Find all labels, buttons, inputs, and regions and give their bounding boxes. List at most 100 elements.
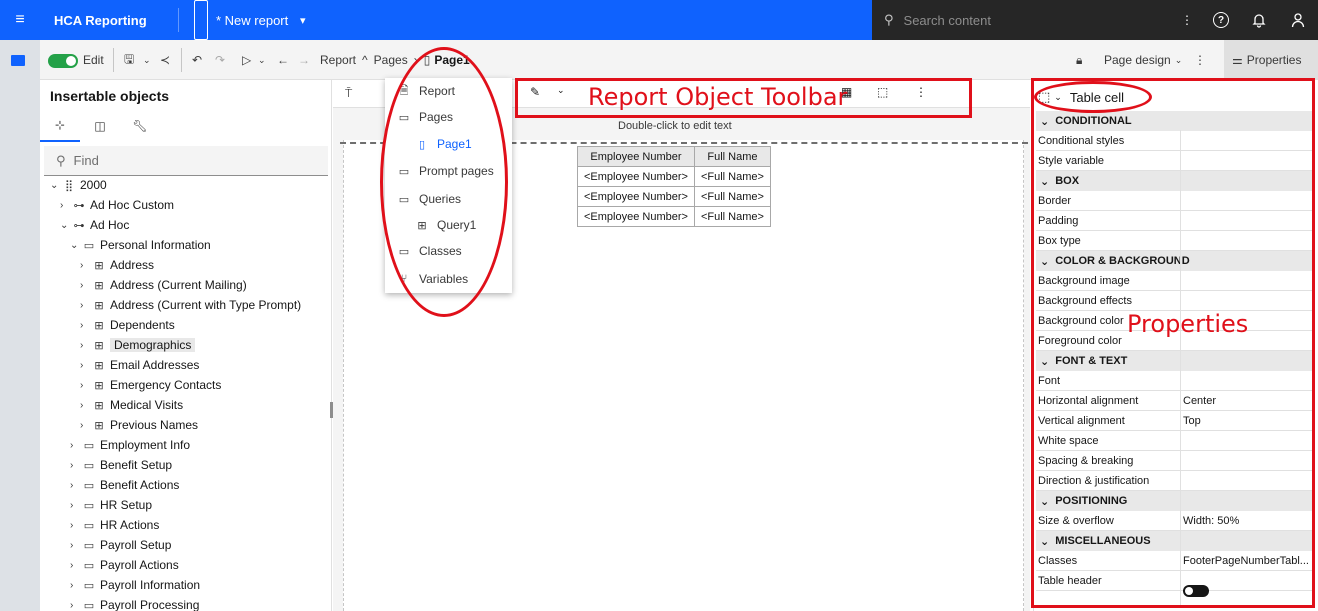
forward-arrow-icon[interactable]: → [298,40,310,80]
lock-icon[interactable]: 🔒︎ [1076,40,1082,80]
report-list-table[interactable]: Employee Number Full Name <Employee Numb… [577,146,771,227]
tree-item[interactable]: › ⊞ Medical Visits [80,395,183,415]
chevron-right-icon[interactable]: › [70,560,82,571]
folder-icon: ▭ [83,499,95,512]
report-name[interactable]: * New report [216,0,288,40]
chevron-right-icon[interactable]: › [70,520,82,531]
tree-item-label: Demographics [110,338,196,352]
chevron-right-icon[interactable]: › [80,360,92,371]
chevron-right-icon[interactable]: › [70,440,82,451]
redo-icon[interactable]: ↷ [215,40,225,80]
overflow-menu-icon[interactable]: ⋮ [1194,40,1206,80]
tab-source-icon[interactable]: ⊹ [40,110,80,142]
tree-item[interactable]: › ⊞ Dependents [80,315,175,335]
chevron-up-icon[interactable]: ^ [362,53,368,67]
save-icon[interactable]: 🖫 [124,40,134,80]
table-cell[interactable]: <Employee Number> [577,186,695,207]
chevron-right-icon[interactable]: › [70,540,82,551]
tree-item[interactable]: › ⊞ Address (Current with Type Prompt) [80,295,301,315]
chevron-right-icon[interactable]: › [80,320,92,331]
app-brand[interactable]: HCA Reporting [54,0,147,40]
chevron-right-icon[interactable]: › [80,300,92,311]
breadcrumb-report[interactable]: Report [320,53,356,67]
tree-item[interactable]: ⌄ ▭ Personal Information [70,235,211,255]
tab-data-items-icon[interactable]: ◫ [80,110,120,142]
tree-item-label: Benefit Actions [100,478,180,492]
chevron-right-icon[interactable]: › [80,420,92,431]
chevron-right-icon[interactable]: › [80,380,92,391]
column-header[interactable]: Employee Number [577,146,695,167]
tree-item[interactable]: ⌄ ⣿ 2000 [50,175,107,195]
folder-icon: ▭ [83,459,95,472]
tree-item-label: Payroll Actions [100,558,179,572]
breadcrumb-pages[interactable]: Pages [374,53,408,67]
tree-item[interactable]: › ⊞ Demographics [80,335,196,355]
tree-item[interactable]: › ▭ Benefit Setup [70,455,172,475]
page-design-dropdown[interactable]: Page design ⌄ [1104,40,1182,80]
chevron-right-icon[interactable]: › [70,500,82,511]
tree-item[interactable]: › ▭ Payroll Setup [70,535,171,555]
panel-toggle-icon[interactable] [11,55,25,66]
notification-bell-icon[interactable] [1240,0,1278,40]
chevron-down-icon[interactable]: ⌄ [70,240,82,251]
insert-icon[interactable]: ⍑ [345,86,352,101]
chevron-right-icon[interactable]: › [70,600,82,611]
tab-toolbox-icon[interactable]: 🔧︎ [120,110,160,142]
chevron-down-icon[interactable]: ▾ [300,0,306,40]
tree-item[interactable]: › ⊞ Emergency Contacts [80,375,221,395]
back-arrow-icon[interactable]: ← [277,40,289,80]
tree-item[interactable]: › ▭ Payroll Information [70,575,200,595]
user-icon[interactable] [1278,0,1318,40]
chevron-right-icon[interactable]: › [80,280,92,291]
column-header[interactable]: Full Name [693,146,771,167]
panel-title: Insertable objects [50,88,170,104]
tree-item-label: Ad Hoc [90,218,130,232]
undo-icon[interactable]: ↶ [192,40,202,80]
edit-text-hint[interactable]: Double-click to edit text [618,120,732,132]
chevron-right-icon[interactable]: › [60,200,72,211]
chevron-down-icon[interactable]: ⌄ [50,180,62,191]
help-icon[interactable]: ? [1202,0,1240,40]
tree-item[interactable]: › ▭ HR Setup [70,495,152,515]
tree-item[interactable]: › ⊞ Address (Current Mailing) [80,275,247,295]
edit-toggle[interactable] [48,54,78,68]
chevron-right-icon[interactable]: › [80,260,92,271]
search-placeholder: Search content [903,12,991,28]
chevron-right-icon[interactable]: › [80,400,92,411]
chevron-right-icon[interactable]: › [80,340,92,351]
properties-button[interactable]: ⚌ Properties [1224,40,1318,80]
table-cell[interactable]: <Full Name> [693,206,771,227]
panel-tabs: ⊹ ◫ 🔧︎ [40,110,331,142]
table-icon: ⊞ [94,299,104,312]
tree-item[interactable]: › ▭ Benefit Actions [70,475,179,495]
run-icon[interactable]: ▷ [242,40,251,80]
chevron-down-icon[interactable]: ⌄ [60,220,72,231]
tree-item[interactable]: › ⊞ Address [80,255,154,275]
find-input[interactable]: ⚲ Find [44,146,328,176]
divider [178,8,179,32]
chevron-right-icon[interactable]: › [70,580,82,591]
chevron-down-icon[interactable]: ⌄ [258,40,266,80]
table-cell[interactable]: <Full Name> [693,166,771,187]
folder-open-icon: ▭ [83,239,95,252]
tree-item[interactable]: › ▭ Employment Info [70,435,190,455]
chevron-right-icon[interactable]: › [70,480,82,491]
table-cell[interactable]: <Employee Number> [577,206,695,227]
tree-item[interactable]: › ▭ Payroll Actions [70,555,179,575]
divider [113,48,114,72]
settings-adjust-icon: ⚌ [1232,53,1243,67]
table-cell[interactable]: <Full Name> [693,186,771,207]
tree-item[interactable]: › ⊞ Previous Names [80,415,198,435]
chevron-down-icon[interactable]: ⌄ [143,40,151,80]
tree-item[interactable]: › ⊶ Ad Hoc Custom [60,195,174,215]
share-icon[interactable]: ≺ [160,40,170,80]
tree-item[interactable]: ⌄ ⊶ Ad Hoc [60,215,129,235]
overflow-menu-icon[interactable]: ⋮ [1172,0,1202,40]
search-input[interactable]: ⚲ Search content [872,0,1172,40]
tree-item[interactable]: › ▭ Payroll Processing [70,595,199,611]
tree-item[interactable]: › ▭ HR Actions [70,515,159,535]
tree-item[interactable]: › ⊞ Email Addresses [80,355,199,375]
chevron-right-icon[interactable]: › [70,460,82,471]
table-cell[interactable]: <Employee Number> [577,166,695,187]
hamburger-menu-icon[interactable]: ≡ [0,0,40,40]
